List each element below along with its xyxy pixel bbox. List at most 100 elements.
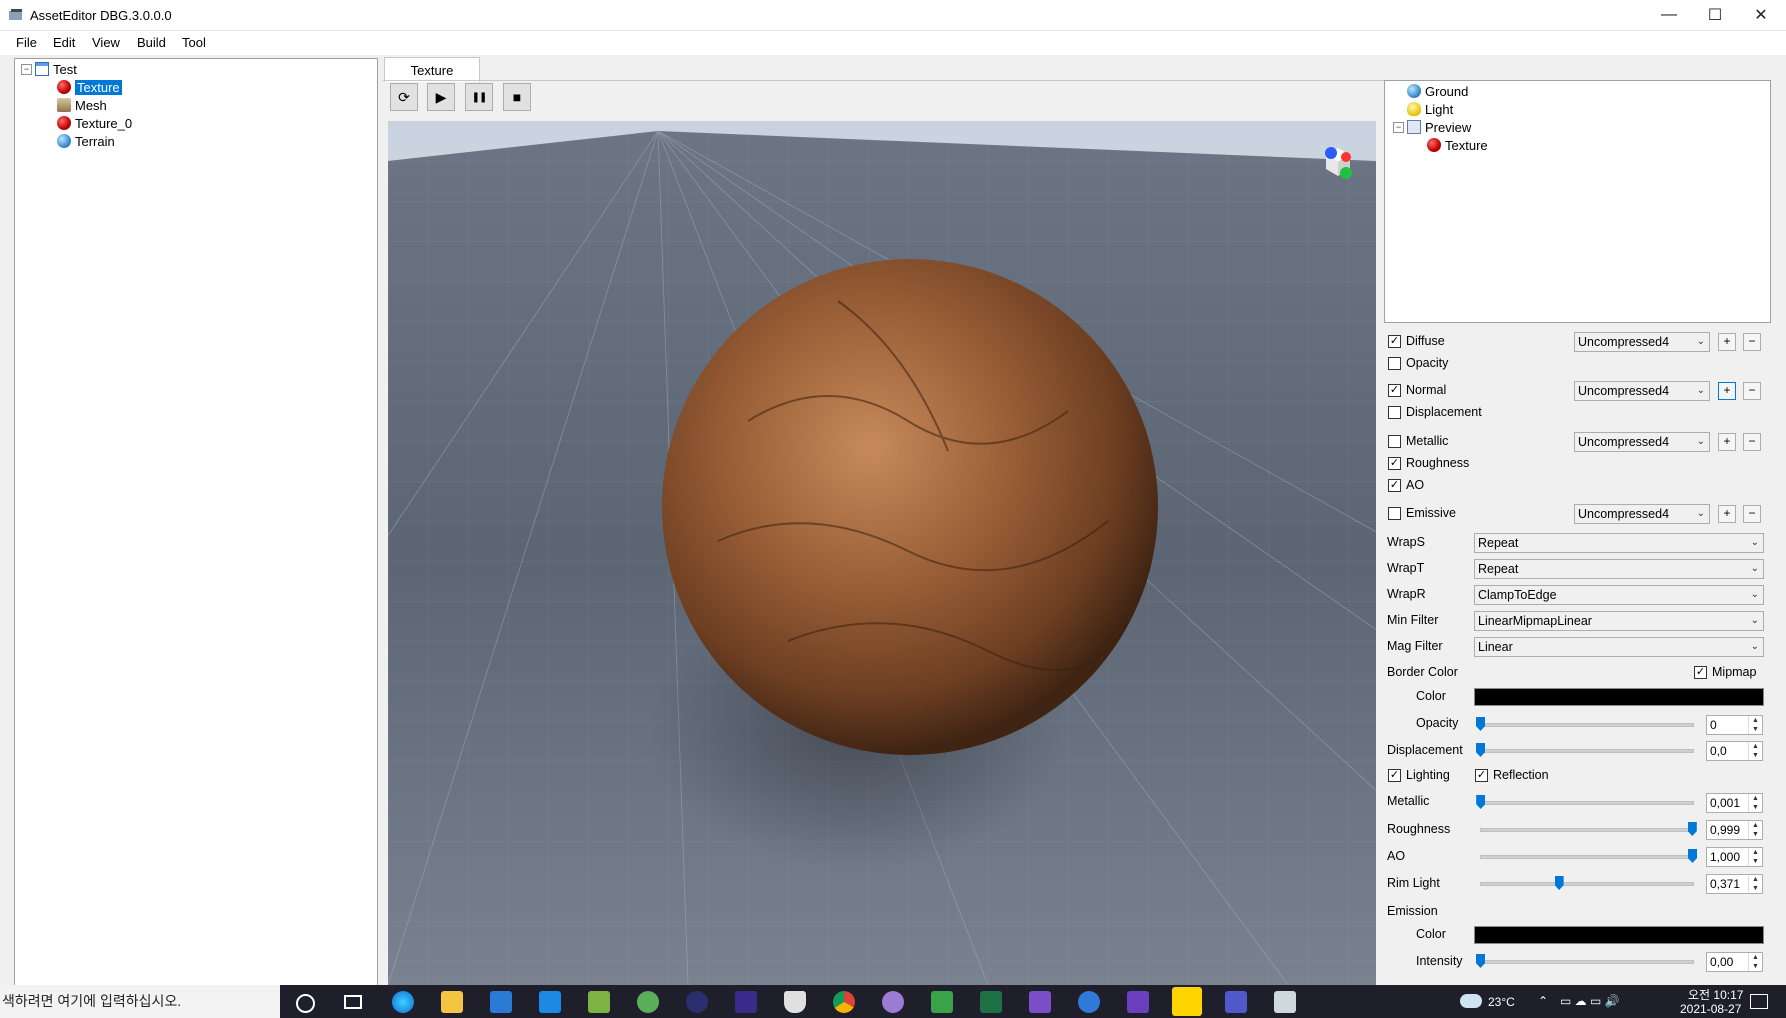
roughness-slider-thumb[interactable] [1687,822,1697,836]
taskbar-search-input[interactable]: 색하려면 여기에 입력하십시오. [0,985,280,1018]
spin-arrows-icon[interactable]: ▲ ▼ [1748,794,1762,812]
chrome-icon[interactable] [833,991,855,1013]
spin-arrows-icon[interactable]: ▲ ▼ [1748,821,1762,839]
notepad-icon[interactable] [588,991,610,1013]
roughness-slider[interactable] [1480,828,1694,832]
metallic-input[interactable]: 0,001 ▲ ▼ [1706,793,1763,813]
min-filter-select[interactable]: LinearMipmapLinear ⌄ [1474,611,1764,631]
wraps-select[interactable]: Repeat ⌄ [1474,533,1764,553]
lighting-checkbox[interactable]: ✓ [1388,769,1401,782]
diffuse-remove-button[interactable]: − [1743,333,1761,351]
close-button[interactable]: ✕ [1738,0,1784,30]
spin-arrows-icon[interactable]: ▲ ▼ [1748,875,1762,893]
tray-icons[interactable]: ▭ ☁ ▭ 🔊 [1560,994,1620,1008]
tree-item-texture-0[interactable]: Texture_0 [57,114,132,132]
ao-slider[interactable] [1480,855,1694,859]
shield-icon[interactable] [784,991,806,1013]
app-icon-blue[interactable] [1078,991,1100,1013]
collapse-icon[interactable]: − [1393,121,1404,133]
weather-cloud-icon[interactable] [1460,994,1482,1008]
spin-arrows-icon[interactable]: ▲ ▼ [1748,848,1762,866]
file-explorer-icon[interactable] [441,991,463,1013]
normal-add-button[interactable]: + [1718,382,1736,400]
diffuse-format-select[interactable]: Uncompressed4 ⌄ [1574,332,1710,352]
tree-item-texture[interactable]: Texture [57,78,122,96]
wrapr-select[interactable]: ClampToEdge ⌄ [1474,585,1764,605]
android-studio-icon[interactable] [637,991,659,1013]
mipmap-checkbox[interactable]: ✓ [1694,666,1707,679]
scene-item-preview[interactable]: − Preview [1393,118,1471,136]
displacement-map-checkbox[interactable] [1388,406,1401,419]
menu-view[interactable]: View [88,35,124,50]
eclipse-icon[interactable] [686,991,708,1013]
task-view-icon[interactable] [344,995,362,1009]
mag-filter-select[interactable]: Linear ⌄ [1474,637,1764,657]
border-opacity-slider-thumb[interactable] [1476,717,1485,731]
roughness-map-checkbox[interactable]: ✓ [1388,457,1401,470]
visual-studio-2-icon[interactable] [1127,991,1149,1013]
opacity-map-checkbox[interactable] [1388,357,1401,370]
intensity-slider-thumb[interactable] [1476,954,1485,968]
notification-icon[interactable] [1750,994,1768,1009]
clock-time[interactable]: 오전 10:17 [1688,986,1743,1003]
menu-tool[interactable]: Tool [178,35,210,50]
ao-map-checkbox[interactable]: ✓ [1388,479,1401,492]
clock-date[interactable]: 2021-08-27 [1680,1002,1741,1016]
visual-studio-icon[interactable] [1029,991,1051,1013]
tree-item-mesh[interactable]: Mesh [57,96,107,114]
intensity-slider[interactable] [1480,960,1694,964]
scene-item-texture[interactable]: Texture [1427,136,1488,154]
rim-light-input[interactable]: 0,371 ▲ ▼ [1706,874,1763,894]
metallic-slider-thumb[interactable] [1476,795,1486,809]
rim-light-slider[interactable] [1480,882,1694,886]
reload-button[interactable]: ⟳ [390,83,418,111]
displacement-input[interactable]: 0,0 ▲ ▼ [1706,741,1763,761]
paint-icon[interactable] [882,991,904,1013]
tree-item-terrain[interactable]: Terrain [57,132,115,150]
edge-icon[interactable] [392,991,414,1013]
intensity-input[interactable]: 0,00 ▲ ▼ [1706,952,1763,972]
roughness-input[interactable]: 0,999 ▲ ▼ [1706,820,1763,840]
normal-remove-button[interactable]: − [1743,382,1761,400]
rim-light-slider-thumb[interactable] [1554,876,1564,890]
border-opacity-slider[interactable] [1480,723,1694,727]
spin-arrows-icon[interactable]: ▲ ▼ [1748,742,1762,760]
app-icon-kotlin[interactable] [735,991,757,1013]
cortana-icon[interactable] [296,994,315,1013]
displacement-slider[interactable] [1480,749,1694,753]
wrapt-select[interactable]: Repeat ⌄ [1474,559,1764,579]
asseteditor-taskbar-icon[interactable] [1274,991,1296,1013]
pause-button[interactable]: ❚❚ [465,83,493,111]
scene-item-light[interactable]: Light [1407,100,1453,118]
git-icon[interactable] [931,991,953,1013]
emissive-remove-button[interactable]: − [1743,505,1761,523]
teams-icon[interactable] [1225,991,1247,1013]
menu-file[interactable]: File [12,35,41,50]
scene-item-ground[interactable]: Ground [1407,82,1468,100]
metallic-format-select[interactable]: Uncompressed4 ⌄ [1574,432,1710,452]
reflection-checkbox[interactable]: ✓ [1475,769,1488,782]
tray-expand-icon[interactable]: ⌃ [1538,994,1548,1008]
normal-checkbox[interactable]: ✓ [1388,384,1401,397]
weather-temp[interactable]: 23°C [1488,995,1515,1009]
displacement-slider-thumb[interactable] [1476,743,1485,757]
play-button[interactable]: ▶ [427,83,455,111]
3d-viewport[interactable] [388,121,1376,985]
spin-arrows-icon[interactable]: ▲ ▼ [1748,953,1762,971]
emission-color-swatch[interactable] [1474,926,1764,944]
kakaotalk-icon[interactable] [1172,987,1202,1016]
maximize-button[interactable]: ☐ [1692,0,1738,30]
menu-edit[interactable]: Edit [49,35,79,50]
metallic-slider[interactable] [1480,801,1694,805]
border-color-swatch[interactable] [1474,688,1764,706]
tree-root-test[interactable]: − Test [21,60,77,78]
diffuse-add-button[interactable]: + [1718,333,1736,351]
emissive-checkbox[interactable] [1388,507,1401,520]
normal-format-select[interactable]: Uncompressed4 ⌄ [1574,381,1710,401]
store-icon[interactable] [490,991,512,1013]
metallic-remove-button[interactable]: − [1743,433,1761,451]
menu-build[interactable]: Build [133,35,170,50]
mail-icon[interactable] [539,991,561,1013]
emissive-format-select[interactable]: Uncompressed4 ⌄ [1574,504,1710,524]
stop-button[interactable]: ■ [503,83,531,111]
